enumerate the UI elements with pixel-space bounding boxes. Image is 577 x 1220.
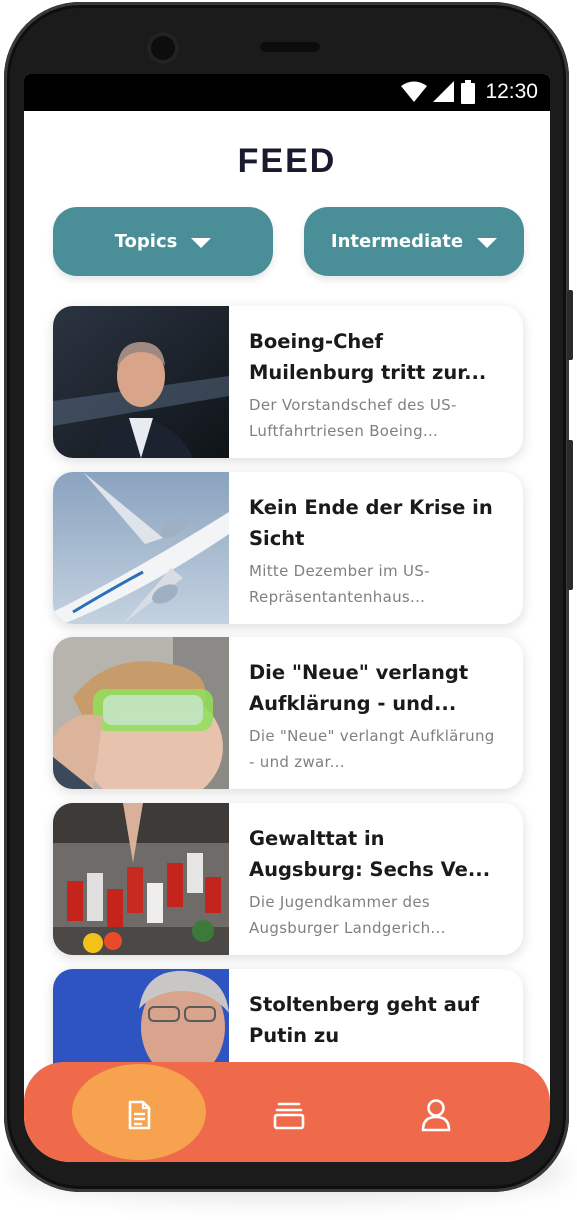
article-thumbnail (53, 803, 229, 955)
signal-icon (433, 81, 455, 102)
article-card[interactable]: Kein Ende der Krise in Sicht Mitte Dezem… (53, 472, 523, 624)
status-time: 12:30 (485, 80, 538, 103)
topics-dropdown[interactable]: Topics (53, 207, 273, 276)
article-title: Kein Ende der Krise in Sicht (249, 496, 493, 550)
article-title: Die "Neue" verlangt Aufklärung - und... (249, 661, 469, 715)
article-description: Der Vorstandschef des US-Luftfahrtriesen… (249, 396, 457, 440)
article-title: Gewalttat in Augsburg: Sechs Ve... (249, 827, 491, 881)
article-description: Die "Neue" verlangt Aufklärung - und zwa… (249, 727, 495, 771)
article-card[interactable]: Boeing-Chef Muilenburg tritt zur... Der … (53, 306, 523, 458)
volume-button (567, 440, 573, 590)
wifi-icon (401, 81, 428, 102)
page-title: FEED (237, 142, 337, 180)
article-card[interactable]: Die "Neue" verlangt Aufklärung - und... … (53, 637, 523, 789)
level-dropdown[interactable]: Intermediate (304, 207, 524, 276)
app-screen: 12:30 FEED Topics Intermediate Boeing-Ch… (24, 74, 550, 1162)
article-thumbnail (53, 472, 229, 624)
nav-item-profile[interactable] (416, 1095, 456, 1135)
status-bar: 12:30 (24, 74, 550, 111)
article-thumbnail (53, 637, 229, 789)
nav-item-cards[interactable] (269, 1095, 309, 1135)
level-dropdown-label: Intermediate (330, 231, 464, 252)
battery-icon (461, 80, 476, 104)
article-thumbnail (53, 306, 229, 458)
chevron-down-icon (191, 237, 212, 248)
earpiece-speaker (260, 42, 320, 52)
front-camera (147, 32, 179, 64)
nav-item-feed[interactable] (119, 1095, 159, 1135)
chevron-down-icon (477, 237, 498, 248)
article-title: Boeing-Chef Muilenburg tritt zur... (249, 330, 487, 384)
article-description: Mitte Dezember im US-Repräsentantenhaus.… (249, 562, 430, 606)
profile-icon (421, 1099, 451, 1132)
cards-icon (273, 1102, 305, 1130)
article-description: Die Jugendkammer des Augsburger Landgeri… (249, 893, 446, 937)
article-title: Stoltenberg geht auf Putin zu (249, 993, 480, 1047)
power-button (567, 290, 573, 360)
bottom-navigation (24, 1062, 550, 1162)
feed-icon (128, 1100, 151, 1130)
article-card[interactable]: Gewalttat in Augsburg: Sechs Ve... Die J… (53, 803, 523, 955)
topics-dropdown-label: Topics (114, 231, 178, 252)
